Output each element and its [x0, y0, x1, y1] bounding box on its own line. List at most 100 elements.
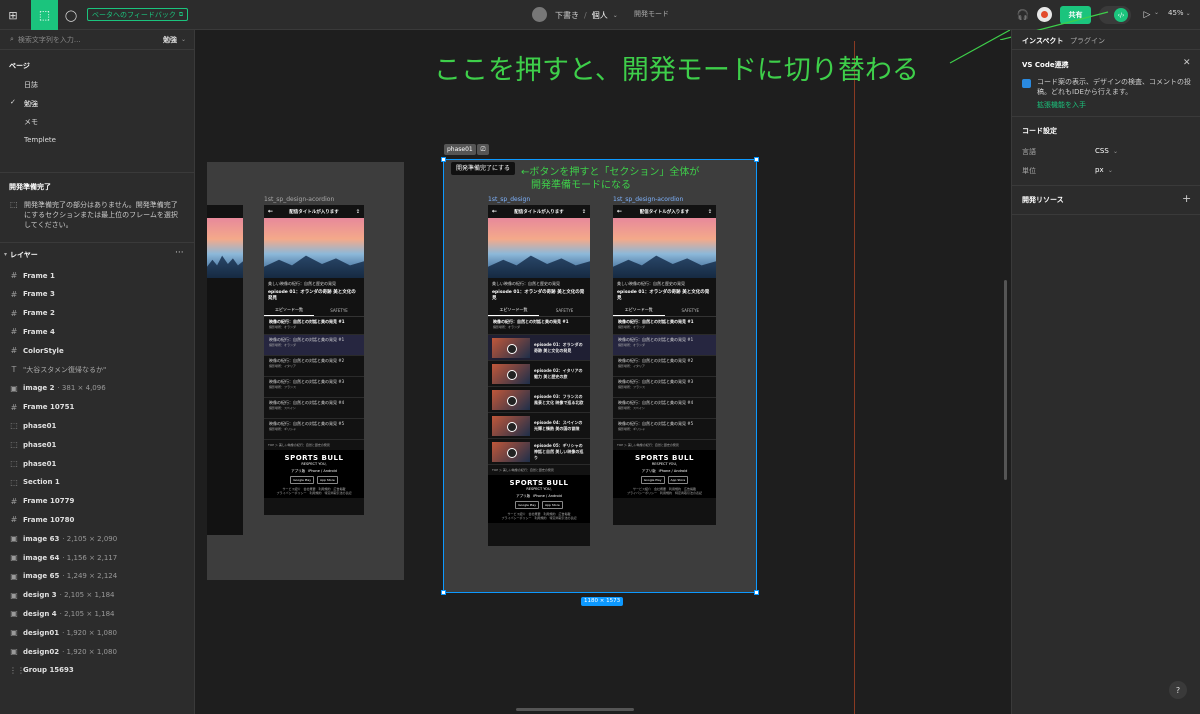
unit-select[interactable]: px ⌄ [1095, 166, 1113, 174]
frame-label[interactable]: 1st_sp_design-acordion [264, 196, 334, 203]
share-icon[interactable]: ⇪ [356, 209, 360, 215]
phone-frame-accordion-2[interactable]: ← 配信タイトルが入ります ⇪ 美しい映像の紀行：自然と歴史の発見 episode 01… [613, 205, 716, 525]
layer-item[interactable]: ⋮⋮ Group 15693 [0, 661, 194, 680]
layer-item[interactable]: ▣ image 2 · 381 × 4,096 [0, 379, 194, 398]
selection-handle[interactable] [754, 157, 759, 162]
phone-frame-design[interactable]: ← 配信タイトルが入ります ⇪ 美しい映像の紀行：自然と歴史の発見 episode 01… [488, 205, 590, 546]
lang-select[interactable]: CSS ⌄ [1095, 147, 1118, 155]
chevron-down-icon[interactable]: ⌄ [181, 36, 186, 43]
ready-for-dev-icon[interactable]: ⎚ [477, 144, 489, 155]
layer-item[interactable]: ▣ image 63 · 2,105 × 2,090 [0, 529, 194, 548]
chevron-down-icon[interactable]: ⌄ [1154, 9, 1159, 16]
app-store-button[interactable]: App Store [667, 476, 689, 484]
tab-episodes[interactable]: エピソード一覧 [264, 305, 314, 316]
list-item[interactable]: 映像の紀行：自然との対話と美の発見 #5 撮影場所：ギリシャ [264, 419, 364, 440]
avatar[interactable] [532, 7, 547, 22]
accordion-header[interactable]: 映像の紀行：自然との対話と美の発見 #1 撮影場所：オランダ [264, 317, 364, 335]
layer-item[interactable]: # Frame 10751 [0, 398, 194, 417]
episode-row[interactable]: episode 03：フランスの風景と文化 映像で巡る北欧 [488, 387, 590, 413]
more-icon[interactable]: ··· [175, 248, 184, 258]
close-icon[interactable]: ✕ [1183, 58, 1191, 68]
episode-row[interactable]: episode 04：スペインの光輝と情熱 美の国の冒険 [488, 413, 590, 439]
back-arrow-icon[interactable]: ← [492, 208, 497, 215]
play-icon[interactable]: ▷ [1140, 8, 1154, 22]
layer-item[interactable]: # ColorStyle [0, 341, 194, 360]
search-input[interactable]: 検索文字列を入力... [18, 35, 163, 45]
feedback-button[interactable]: ベータへのフィードバック ⧉ [87, 8, 189, 21]
tab-episodes[interactable]: エピソード一覧 [613, 305, 665, 316]
app-store-button[interactable]: App Store [542, 501, 563, 509]
dev-select-tool-button[interactable]: ⬚ [31, 0, 58, 30]
figma-menu-icon[interactable]: ⊞ [4, 6, 22, 24]
frame-label[interactable]: 1st_sp_design-acordion [613, 196, 683, 203]
layer-item[interactable]: # Frame 1 [0, 266, 194, 285]
page-item-active[interactable]: 勉強 [24, 99, 38, 109]
chevron-down-icon[interactable]: ⌄ [613, 12, 618, 19]
comment-icon[interactable]: ◯ [62, 6, 80, 24]
share-icon[interactable]: ⇪ [708, 209, 712, 215]
back-arrow-icon[interactable]: ← [268, 208, 273, 215]
tab-info[interactable]: SAFETYE [539, 305, 590, 316]
list-item[interactable]: 映像の紀行：自然との対話と美の発見 #5 撮影場所：ギリシャ [613, 419, 716, 440]
tab-episodes[interactable]: エピソード一覧 [488, 305, 539, 316]
layer-item[interactable]: ⬚ phase01 [0, 416, 194, 435]
canvas[interactable]: 1st_sp_design-acordion ← 配信タイトルが入ります ⇪ 美しい映… [196, 30, 1011, 714]
list-item[interactable]: 映像の紀行：自然との対話と美の発見 #3 撮影場所：フランス [264, 377, 364, 398]
selection-handle[interactable] [441, 157, 446, 162]
breadcrumb-team[interactable]: 個人 [592, 10, 608, 21]
layer-item[interactable]: ⬚ phase01 [0, 435, 194, 454]
page-selector[interactable]: 勉強 [163, 35, 177, 45]
back-arrow-icon[interactable]: ← [617, 208, 622, 215]
episode-row[interactable]: episode 05：ギリシャの神話と自然 美しい映像の巡り [488, 439, 590, 465]
layer-item[interactable]: # Frame 2 [0, 304, 194, 323]
list-item[interactable]: 映像の紀行：自然との対話と美の発見 #4 撮影場所：スペイン [264, 398, 364, 419]
layer-item[interactable]: ▣ design01 · 1,920 × 1,080 [0, 623, 194, 642]
page-item[interactable]: Templete [24, 136, 56, 144]
layer-item[interactable]: ▣ design 3 · 2,105 × 1,184 [0, 586, 194, 605]
list-item[interactable]: 映像の紀行：自然との対話と美の発見 #1 撮影場所：オランダ [613, 335, 716, 356]
accordion-header[interactable]: 映像の紀行：自然との対話と美の発見 #1 撮影場所：オランダ [488, 317, 590, 335]
add-icon[interactable]: + [1182, 192, 1191, 205]
google-play-button[interactable]: Google Play [515, 501, 540, 509]
tab-info[interactable]: SAFETYE [314, 305, 364, 316]
tab-plugin[interactable]: プラグイン [1070, 36, 1105, 46]
layer-item[interactable]: ▣ design 4 · 2,105 × 1,184 [0, 604, 194, 623]
zoom-level[interactable]: 45% ⌄ [1168, 9, 1191, 17]
google-play-button[interactable]: Google Play [290, 476, 315, 484]
search-bar[interactable]: ⌕ 検索文字列を入力... 勉強 ⌄ [0, 30, 194, 50]
layer-item[interactable]: # Frame 3 [0, 285, 194, 304]
list-item[interactable]: 映像の紀行：自然との対話と美の発見 #2 撮影場所：イタリア [613, 356, 716, 377]
episode-row[interactable]: episode 01：オランダの奇跡 美と文化の発見 [488, 335, 590, 361]
layer-item[interactable]: ⬚ phase01 [0, 454, 194, 473]
app-store-button[interactable]: App Store [317, 476, 338, 484]
tab-inspect[interactable]: インスペクト [1022, 36, 1063, 46]
section-label[interactable]: phase01 [444, 144, 476, 155]
tab-info[interactable]: SAFETYE [665, 305, 717, 316]
layer-item[interactable]: ⬚ Section 1 [0, 473, 194, 492]
share-icon[interactable]: ⇪ [582, 209, 586, 215]
layers-collapse-icon[interactable]: ▾ [4, 251, 7, 258]
selection-handle[interactable] [754, 590, 759, 595]
layer-item[interactable]: # Frame 10779 [0, 492, 194, 511]
page-item[interactable]: 日誌 [24, 80, 38, 90]
page-item[interactable]: メモ [24, 117, 38, 127]
breadcrumb-draft[interactable]: 下書き [555, 10, 579, 21]
frame-label[interactable]: 1st_sp_design [488, 196, 530, 203]
phone-frame-left-partial[interactable] [207, 205, 243, 535]
layer-item[interactable]: T "大谷スタメン復帰なるか" [0, 360, 194, 379]
google-play-button[interactable]: Google Play [640, 476, 665, 484]
episode-row[interactable]: episode 02：イタリアの魅力 美と歴史の旅 [488, 361, 590, 387]
list-item[interactable]: 映像の紀行：自然との対話と美の発見 #4 撮影場所：スペイン [613, 398, 716, 419]
accordion-header[interactable]: 映像の紀行：自然との対話と美の発見 #1 撮影場所：オランダ [613, 317, 716, 335]
phone-frame-accordion-1[interactable]: ← 配信タイトルが入ります ⇪ 美しい映像の紀行：自然と歴史の発見 episode 01… [264, 205, 364, 515]
list-item[interactable]: 映像の紀行：自然との対話と美の発見 #1 撮影場所：オランダ [264, 335, 364, 356]
layer-item[interactable]: # Frame 10780 [0, 510, 194, 529]
layer-item[interactable]: ▣ image 64 · 1,156 × 2,117 [0, 548, 194, 567]
layer-item[interactable]: # Frame 4 [0, 322, 194, 341]
list-item[interactable]: 映像の紀行：自然との対話と美の発見 #3 撮影場所：フランス [613, 377, 716, 398]
layer-item[interactable]: ▣ image 65 · 1,249 × 2,124 [0, 567, 194, 586]
selection-handle[interactable] [441, 590, 446, 595]
layer-item[interactable]: ▣ design02 · 1,920 × 1,080 [0, 642, 194, 661]
vscode-link[interactable]: 拡張機能を入手 [1037, 100, 1086, 110]
list-item[interactable]: 映像の紀行：自然との対話と美の発見 #2 撮影場所：イタリア [264, 356, 364, 377]
